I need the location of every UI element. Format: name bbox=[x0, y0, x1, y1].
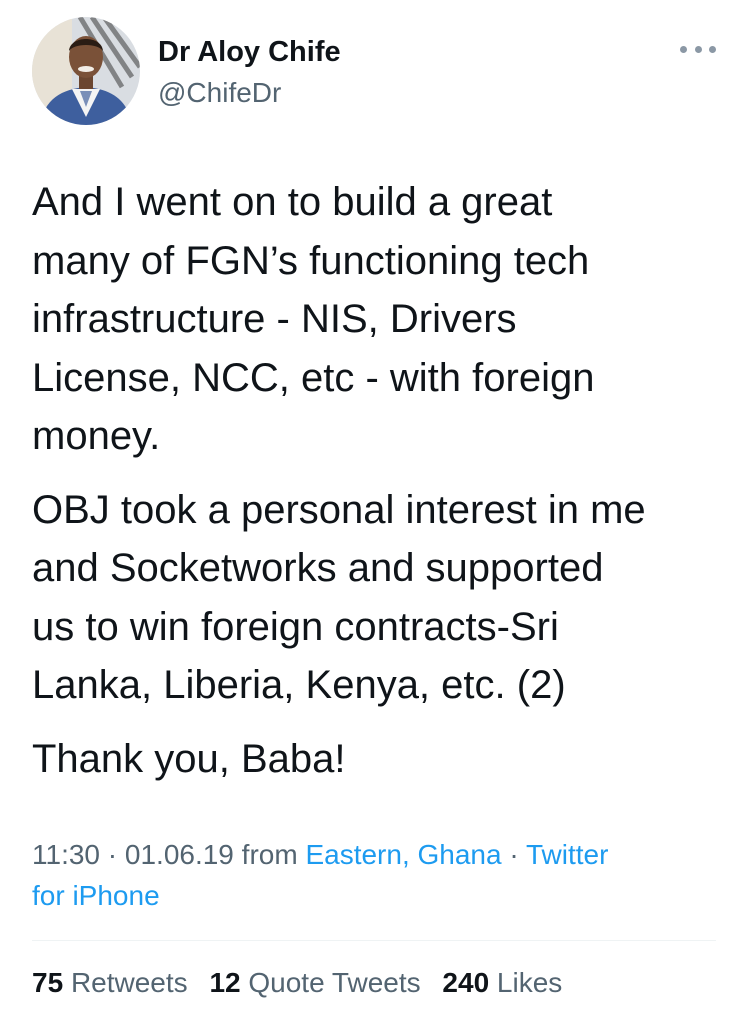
likes-count: 240 bbox=[442, 967, 490, 998]
tweet-line: And I went on to build a great bbox=[32, 180, 553, 224]
tweet-paragraph: OBJ took a personal interest in me and S… bbox=[32, 481, 722, 715]
tweet-paragraph: And I went on to build a great many of F… bbox=[32, 173, 722, 466]
tweet-line: Lanka, Liberia, Kenya, etc. (2) bbox=[32, 663, 566, 707]
tweet-line: License, NCC, etc - with foreign bbox=[32, 355, 595, 400]
tweet-meta-line: for iPhone bbox=[32, 875, 722, 916]
source-link-continued[interactable]: for iPhone bbox=[32, 880, 160, 911]
retweets-stat[interactable]: 75 Retweets bbox=[32, 967, 188, 998]
tweet-line: many of FGN’s functioning tech bbox=[32, 238, 590, 283]
tweet-meta-line: 11:30 · 01.06.19 from Eastern, Ghana · T… bbox=[32, 839, 609, 870]
tweet-time[interactable]: 11:30 bbox=[32, 839, 100, 870]
quote-tweets-stat[interactable]: 12 Quote Tweets bbox=[209, 967, 420, 998]
from-label: from bbox=[241, 839, 298, 870]
tweet-date[interactable]: 01.06.19 bbox=[125, 839, 234, 870]
tweet-line: OBJ took a personal interest in me bbox=[32, 487, 646, 532]
likes-label: Likes bbox=[496, 967, 563, 998]
likes-stat[interactable]: 240 Likes bbox=[442, 967, 562, 998]
quote-tweets-label: Quote Tweets bbox=[248, 967, 421, 998]
avatar[interactable] bbox=[32, 17, 140, 125]
tweet-line: us to win foreign contracts-Sri bbox=[32, 604, 559, 649]
tweet-line: and Socketworks and supported bbox=[32, 546, 604, 590]
source-link[interactable]: Twitter bbox=[526, 839, 608, 870]
user-handle[interactable]: @ChifeDr bbox=[158, 77, 281, 109]
retweets-label: Retweets bbox=[70, 967, 188, 998]
tweet-paragraph: Thank you, Baba! bbox=[32, 730, 722, 789]
more-horizontal-icon[interactable] bbox=[680, 40, 716, 58]
tweet-text: And I went on to build a great many of F… bbox=[32, 173, 722, 803]
profile-photo bbox=[32, 17, 140, 125]
quote-tweets-count: 12 bbox=[209, 967, 241, 998]
location-link[interactable]: Eastern, Ghana bbox=[305, 839, 501, 870]
retweets-count: 75 bbox=[32, 967, 64, 998]
tweet-line: Thank you, Baba! bbox=[32, 736, 346, 781]
more-dot bbox=[680, 45, 687, 53]
tweet-line: money. bbox=[32, 414, 161, 458]
engagement-stats: 75 Retweets 12 Quote Tweets 240 Likes bbox=[32, 962, 576, 1004]
tweet-meta: 11:30 · 01.06.19 from Eastern, Ghana · T… bbox=[32, 834, 722, 916]
more-dot bbox=[709, 45, 716, 53]
tweet-line: infrastructure - NIS, Drivers bbox=[32, 297, 517, 341]
display-name[interactable]: Dr Aloy Chife bbox=[158, 35, 341, 69]
more-dot bbox=[694, 45, 702, 53]
divider bbox=[32, 940, 716, 941]
